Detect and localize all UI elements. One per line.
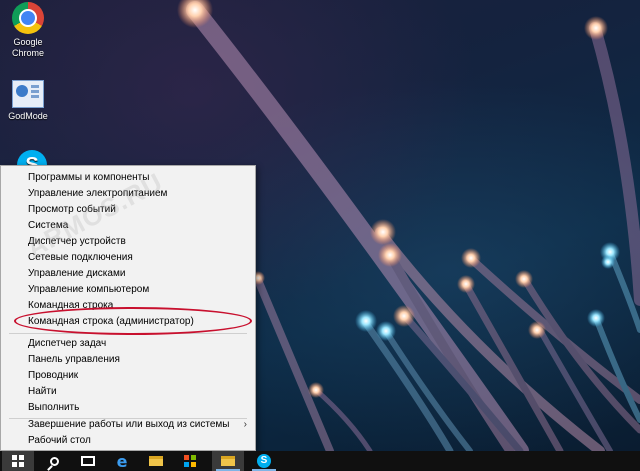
folder-icon — [221, 456, 235, 466]
chrome-icon — [12, 2, 44, 34]
desktop-icon-label: Chrome — [11, 48, 44, 58]
desktop-icon-label: GodMode — [8, 111, 48, 121]
menu-item-disk-management[interactable]: Управление дисками — [1, 266, 255, 282]
store-icon — [184, 455, 196, 467]
menu-item-search[interactable]: Найти — [1, 384, 255, 400]
menu-item-run[interactable]: Выполнить — [1, 400, 255, 416]
menu-item-shut-down-or-sign-out[interactable]: Завершение работы или выход из системы › — [1, 417, 255, 433]
skype-taskbar-button[interactable]: S — [248, 451, 280, 471]
folder-window-button[interactable] — [212, 451, 244, 471]
start-icon — [12, 455, 24, 467]
menu-item-file-explorer[interactable]: Проводник — [1, 368, 255, 384]
search-icon — [49, 456, 59, 466]
menu-item-label: Завершение работы или выход из системы — [28, 419, 230, 430]
menu-item-task-manager[interactable]: Диспетчер задач — [1, 336, 255, 352]
skype-icon: S — [257, 454, 271, 468]
menu-item-desktop[interactable]: Рабочий стол — [1, 433, 255, 449]
edge-icon: e — [116, 451, 128, 471]
file-explorer-icon — [149, 456, 163, 466]
task-view-icon — [81, 456, 95, 466]
desktop-icon-godmode[interactable]: GodMode — [0, 80, 56, 122]
desktop-icon-chrome[interactable]: Google Chrome — [0, 2, 56, 59]
task-view-button[interactable] — [72, 451, 104, 471]
taskbar: e S — [0, 451, 640, 471]
highlight-annotation — [14, 307, 252, 335]
desktop-icon-label: Google — [13, 37, 43, 47]
start-button[interactable] — [2, 451, 34, 471]
store-button[interactable] — [174, 451, 206, 471]
menu-item-control-panel[interactable]: Панель управления — [1, 352, 255, 368]
file-explorer-button[interactable] — [140, 451, 172, 471]
search-button[interactable] — [38, 451, 70, 471]
control-panel-icon — [12, 80, 44, 108]
menu-item-computer-management[interactable]: Управление компьютером — [1, 282, 255, 298]
chevron-right-icon: › — [243, 419, 247, 430]
edge-button[interactable]: e — [106, 451, 138, 471]
